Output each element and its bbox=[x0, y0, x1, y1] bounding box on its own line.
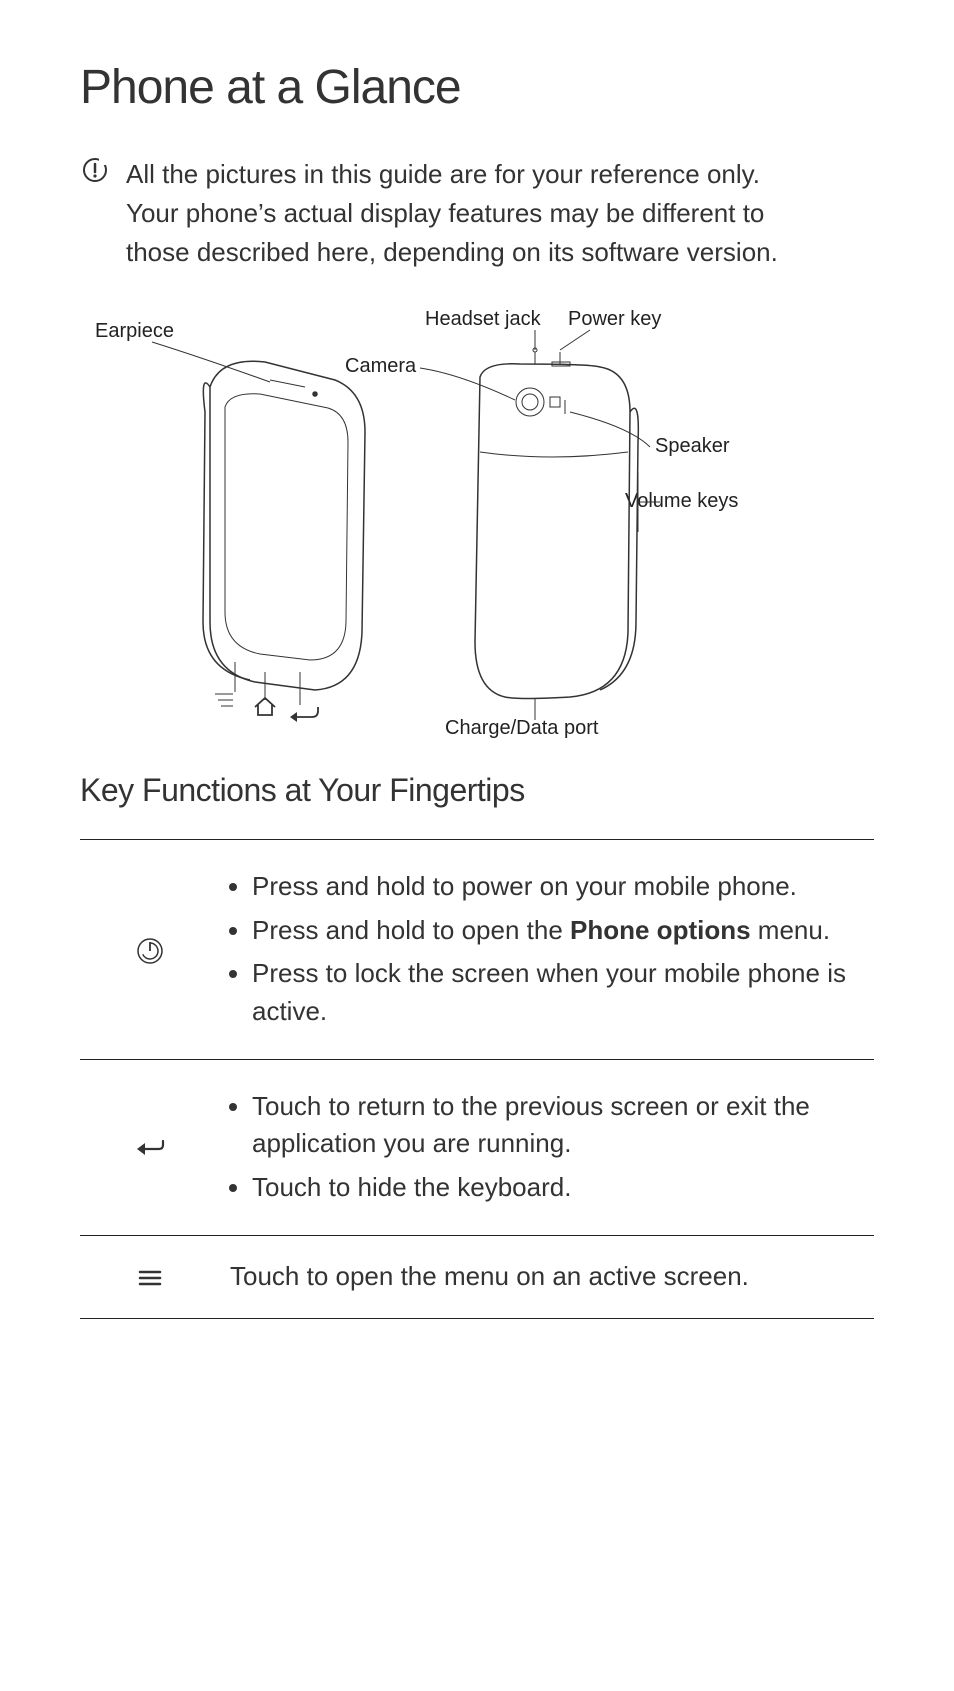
back-icon bbox=[290, 707, 318, 722]
reference-note: All the pictures in this guide are for y… bbox=[80, 155, 874, 272]
table-row: Press and hold to power on your mobile p… bbox=[80, 840, 874, 1060]
text-bold: Phone options bbox=[570, 915, 751, 945]
note-text: All the pictures in this guide are for y… bbox=[126, 155, 814, 272]
menu-icon bbox=[137, 1261, 163, 1291]
label-earpiece: Earpiece bbox=[95, 320, 174, 342]
text: Press and hold to open the bbox=[252, 915, 570, 945]
table-row: Touch to open the menu on an active scre… bbox=[80, 1235, 874, 1318]
list-item: Press to lock the screen when your mobil… bbox=[252, 955, 864, 1030]
page: Phone at a Glance All the pictures in th… bbox=[0, 0, 954, 1379]
menu-icon bbox=[215, 694, 233, 706]
text: menu. bbox=[751, 915, 831, 945]
label-speaker: Speaker bbox=[655, 435, 730, 457]
text: Touch to return to the previous screen o… bbox=[252, 1091, 810, 1159]
back-icon bbox=[133, 1131, 167, 1161]
label-camera: Camera bbox=[345, 355, 417, 377]
key-functions-table: Press and hold to power on your mobile p… bbox=[80, 839, 874, 1319]
phone-diagram: Earpiece Camera Headset jack Power key S… bbox=[90, 302, 770, 742]
table-row: Touch to return to the previous screen o… bbox=[80, 1059, 874, 1235]
page-title: Phone at a Glance bbox=[80, 60, 874, 115]
list-item: Touch to return to the previous screen o… bbox=[252, 1088, 864, 1163]
text: Touch to hide the keyboard. bbox=[252, 1172, 571, 1202]
list-item: Press and hold to open the Phone options… bbox=[252, 912, 864, 950]
label-charge-port: Charge/Data port bbox=[445, 717, 599, 739]
label-headset-jack: Headset jack bbox=[425, 308, 542, 330]
text: Press to lock the screen when your mobil… bbox=[252, 958, 846, 1026]
list-item: Press and hold to power on your mobile p… bbox=[252, 868, 864, 906]
text: Touch to open the menu on an active scre… bbox=[230, 1261, 749, 1291]
label-volume-keys: Volume keys bbox=[625, 490, 738, 512]
home-icon bbox=[255, 698, 275, 715]
caution-icon bbox=[80, 155, 110, 185]
label-power-key: Power key bbox=[568, 308, 661, 330]
section-subtitle: Key Functions at Your Fingertips bbox=[80, 772, 874, 809]
text: Press and hold to power on your mobile p… bbox=[252, 871, 797, 901]
power-icon bbox=[135, 934, 165, 964]
list-item: Touch to hide the keyboard. bbox=[252, 1169, 864, 1207]
